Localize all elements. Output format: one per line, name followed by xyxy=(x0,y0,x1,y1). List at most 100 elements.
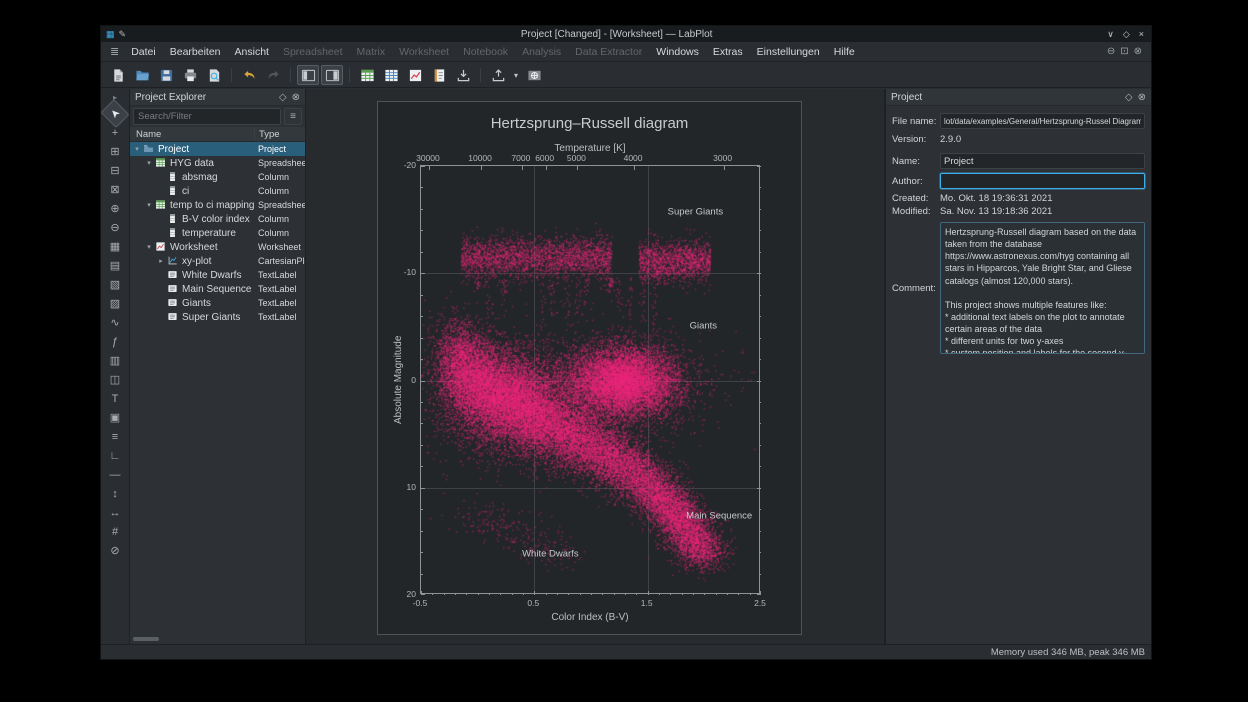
tree-expander-icon[interactable]: ▾ xyxy=(132,145,142,153)
tree-row-worksheet[interactable]: ▾WorksheetWorksheet xyxy=(130,240,305,254)
add-reference-line-icon[interactable]: ― xyxy=(104,465,126,484)
break-layout-icon[interactable]: ⊘ xyxy=(104,541,126,560)
field-input-file-name[interactable] xyxy=(940,113,1145,129)
tree-name-cell: ▾HYG data xyxy=(130,157,254,169)
tree-row-absmag[interactable]: absmagColumn xyxy=(130,170,305,184)
tree-row-temperature[interactable]: temperatureColumn xyxy=(130,226,305,240)
window-minimize-icon[interactable]: ∨ xyxy=(1107,29,1114,40)
undo-button[interactable] xyxy=(238,65,260,85)
import-data-button[interactable] xyxy=(452,65,474,85)
tree-expander-icon[interactable]: ▾ xyxy=(144,201,154,209)
zoom-y-icon[interactable]: ⊠ xyxy=(104,180,126,199)
filter-options-icon[interactable]: ≡ xyxy=(284,108,302,125)
menu-item-bearbeiten[interactable]: Bearbeiten xyxy=(163,44,228,60)
add-legend-icon[interactable]: ≡ xyxy=(104,427,126,446)
field-input-author[interactable] xyxy=(940,173,1145,189)
toggle-properties-explorer-button[interactable] xyxy=(321,65,343,85)
menu-item-matrix[interactable]: Matrix xyxy=(350,44,393,60)
column-header-type[interactable]: Type xyxy=(254,129,305,140)
menu-item-datei[interactable]: Datei xyxy=(124,44,163,60)
open-project-button[interactable] xyxy=(131,65,153,85)
subwindow-close-icon[interactable]: ⊗ xyxy=(1134,46,1142,57)
worksheet-page[interactable]: Hertzsprung–Russell diagram Temperature … xyxy=(377,101,802,635)
tree-row-ci[interactable]: ciColumn xyxy=(130,184,305,198)
add-histogram-icon[interactable]: ▥ xyxy=(104,351,126,370)
plot-annotation-main-sequence[interactable]: Main Sequence xyxy=(686,510,752,521)
field-input-name[interactable] xyxy=(940,153,1145,169)
add-plot-box-icon[interactable]: ▦ xyxy=(104,237,126,256)
tree-expander-icon[interactable]: ▾ xyxy=(144,159,154,167)
tree-row-temp-to-ci-mapping[interactable]: ▾temp to ci mappingSpreadsheet xyxy=(130,198,305,212)
tree-row-b-v-color-index[interactable]: B-V color indexColumn xyxy=(130,212,305,226)
add-plot-centered-icon[interactable]: ▧ xyxy=(104,275,126,294)
search-filter-input[interactable] xyxy=(133,108,281,125)
window-titlebar[interactable]: ▦ ✎ Project [Changed] - [Worksheet] — La… xyxy=(101,26,1151,42)
add-boxplot-icon[interactable]: ◫ xyxy=(104,370,126,389)
comment-textarea[interactable]: Hertzsprung-Russell diagram based on the… xyxy=(940,222,1145,354)
add-text-label-icon[interactable]: T xyxy=(104,389,126,408)
horizontal-scrollbar[interactable] xyxy=(133,637,159,641)
plot-annotation-super-giants[interactable]: Super Giants xyxy=(668,207,723,218)
zoom-x-icon[interactable]: ⊟ xyxy=(104,161,126,180)
print-preview-button[interactable] xyxy=(203,65,225,85)
zoom-in-icon[interactable]: ⊕ xyxy=(104,199,126,218)
tree-row-white-dwarfs[interactable]: White DwarfsTextLabel xyxy=(130,268,305,282)
tree-row-main-sequence[interactable]: Main SequenceTextLabel xyxy=(130,282,305,296)
add-curve-icon[interactable]: ∿ xyxy=(104,313,126,332)
project-explorer-close-icon[interactable]: ⊗ xyxy=(292,92,300,103)
new-spreadsheet-button[interactable] xyxy=(356,65,378,85)
add-plot-two-axes-icon[interactable]: ▤ xyxy=(104,256,126,275)
grid-layout-icon[interactable]: # xyxy=(104,522,126,541)
subwindow-minimize-icon[interactable]: ⊖ xyxy=(1107,46,1115,57)
new-matrix-button[interactable] xyxy=(380,65,402,85)
print-button[interactable] xyxy=(179,65,201,85)
tree-row-xy-plot[interactable]: ▸xy-plotCartesianPlot xyxy=(130,254,305,268)
properties-float-icon[interactable]: ◇ xyxy=(1125,92,1133,103)
column-header-name[interactable]: Name xyxy=(130,129,254,140)
add-plot-custom-icon[interactable]: ▨ xyxy=(104,294,126,313)
plot-scatter-canvas[interactable] xyxy=(421,166,761,595)
menu-item-windows[interactable]: Windows xyxy=(649,44,706,60)
export-button[interactable] xyxy=(487,65,509,85)
tree-expander-icon[interactable]: ▾ xyxy=(144,243,154,251)
tree-row-project[interactable]: ▾ProjectProject xyxy=(130,142,305,156)
subwindow-restore-icon[interactable]: ⊡ xyxy=(1120,46,1128,57)
add-axis-icon[interactable]: ∟ xyxy=(104,446,126,465)
project-explorer-titlebar[interactable]: Project Explorer ◇ ⊗ xyxy=(130,89,305,106)
redo-button[interactable] xyxy=(262,65,284,85)
menu-item-notebook[interactable]: Notebook xyxy=(456,44,515,60)
menu-item-analysis[interactable]: Analysis xyxy=(515,44,568,60)
tree-row-giants[interactable]: GiantsTextLabel xyxy=(130,296,305,310)
export-menu-caret[interactable]: ▾ xyxy=(511,65,521,85)
menu-item-ansicht[interactable]: Ansicht xyxy=(228,44,276,60)
properties-titlebar[interactable]: Project ◇ ⊗ xyxy=(886,89,1151,106)
new-notebook-button[interactable] xyxy=(428,65,450,85)
properties-close-icon[interactable]: ⊗ xyxy=(1138,92,1146,103)
tree-row-super-giants[interactable]: Super GiantsTextLabel xyxy=(130,310,305,324)
menu-item-data-extractor[interactable]: Data Extractor xyxy=(568,44,649,60)
menu-item-worksheet[interactable]: Worksheet xyxy=(392,44,456,60)
application-menu-icon[interactable]: ≣ xyxy=(105,45,124,58)
menu-item-einstellungen[interactable]: Einstellungen xyxy=(750,44,827,60)
horizontal-layout-icon[interactable]: ↔ xyxy=(104,503,126,522)
toggle-project-explorer-button[interactable] xyxy=(297,65,319,85)
vertical-layout-icon[interactable]: ↕ xyxy=(104,484,126,503)
window-close-icon[interactable]: × xyxy=(1139,29,1144,40)
add-image-icon[interactable]: ▣ xyxy=(104,408,126,427)
tree-row-hyg-data[interactable]: ▾HYG dataSpreadsheet xyxy=(130,156,305,170)
menu-item-hilfe[interactable]: Hilfe xyxy=(827,44,862,60)
add-equation-icon[interactable]: ƒ xyxy=(104,332,126,351)
save-project-button[interactable] xyxy=(155,65,177,85)
zoom-select-icon[interactable]: ⊞ xyxy=(104,142,126,161)
window-maximize-icon[interactable]: ◇ xyxy=(1123,29,1130,40)
plot-annotation-giants[interactable]: Giants xyxy=(690,320,717,331)
zoom-out-icon[interactable]: ⊖ xyxy=(104,218,126,237)
new-datapicker-button[interactable] xyxy=(523,65,545,85)
project-explorer-float-icon[interactable]: ◇ xyxy=(279,92,287,103)
new-worksheet-button[interactable] xyxy=(404,65,426,85)
menu-item-extras[interactable]: Extras xyxy=(706,44,750,60)
tree-expander-icon[interactable]: ▸ xyxy=(156,257,166,265)
menu-item-spreadsheet[interactable]: Spreadsheet xyxy=(276,44,350,60)
plot-annotation-white-dwarfs[interactable]: White Dwarfs xyxy=(522,549,578,560)
new-project-button[interactable] xyxy=(107,65,129,85)
